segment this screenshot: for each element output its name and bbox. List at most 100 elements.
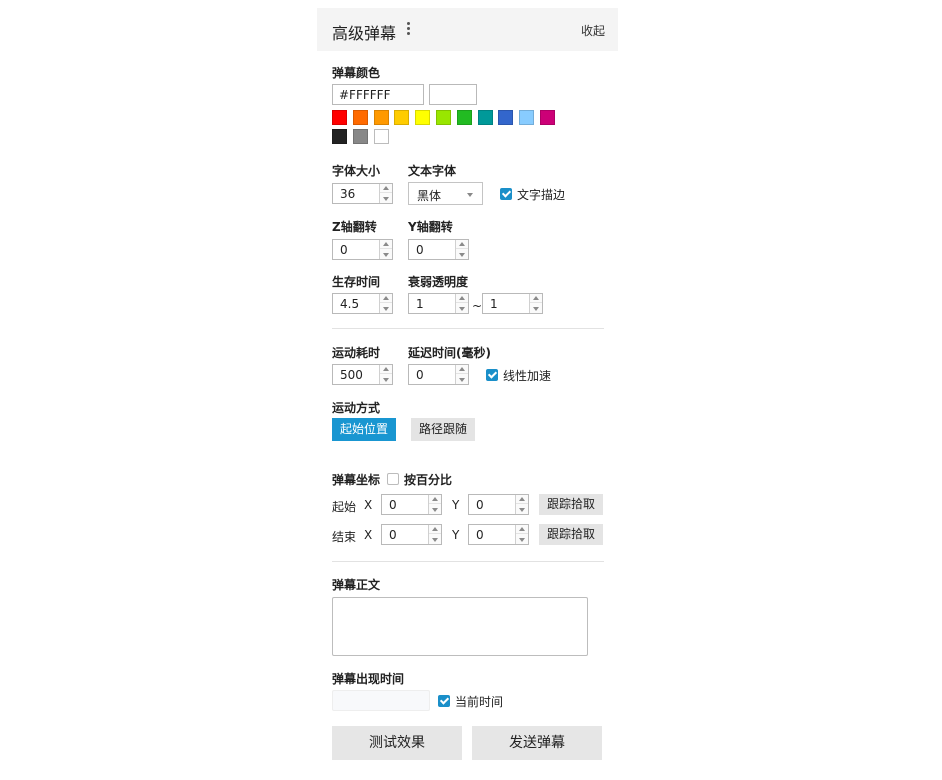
z-flip-stepper[interactable]: 0 [332, 239, 393, 260]
color-swatch[interactable] [332, 129, 347, 144]
stepper-down-icon[interactable] [456, 375, 468, 384]
font-family-value: 黑体 [417, 189, 442, 203]
z-flip-value: 0 [340, 243, 348, 257]
font-size-label: 字体大小 [332, 164, 381, 178]
stepper-down-icon[interactable] [380, 194, 392, 203]
color-hex-input[interactable] [332, 84, 424, 105]
color-swatch[interactable] [352, 110, 368, 125]
stepper-down-icon[interactable] [429, 535, 441, 544]
color-preview[interactable] [429, 84, 477, 105]
motion-duration-stepper[interactable]: 500 [332, 364, 393, 385]
color-label: 弹幕颜色 [332, 66, 381, 80]
stepper-up-icon[interactable] [456, 365, 468, 374]
panel-header: 高级弹幕 收起 [317, 8, 618, 51]
color-swatch[interactable] [436, 110, 451, 125]
stepper-down-icon[interactable] [380, 375, 392, 384]
color-swatch[interactable] [332, 110, 347, 125]
stepper-up-icon[interactable] [516, 525, 528, 534]
more-vertical-icon[interactable] [403, 22, 413, 38]
delay-time-value: 0 [416, 368, 424, 382]
y-flip-label: Y轴翻转 [408, 220, 453, 234]
font-size-stepper[interactable]: 36 [332, 183, 393, 204]
start-x-value: 0 [389, 498, 397, 512]
end-y-label: Y [452, 528, 460, 542]
start-y-label: Y [452, 498, 460, 512]
stepper-up-icon[interactable] [456, 240, 468, 249]
motion-duration-value: 500 [340, 368, 363, 382]
fade-from-value: 1 [416, 297, 424, 311]
stepper-down-icon[interactable] [456, 250, 468, 259]
body-text-input[interactable] [332, 597, 588, 656]
section-divider [332, 561, 604, 562]
linear-accel-checkbox[interactable] [486, 369, 498, 381]
mode-path-follow-button[interactable]: 路径跟随 [411, 418, 475, 441]
section-divider [332, 328, 604, 329]
stepper-up-icon[interactable] [456, 294, 468, 303]
start-x-label: X [364, 498, 373, 512]
font-family-label: 文本字体 [408, 164, 457, 178]
color-swatch[interactable] [394, 110, 410, 125]
stepper-down-icon[interactable] [380, 304, 392, 313]
start-x-stepper[interactable]: 0 [381, 494, 442, 515]
color-swatch[interactable] [373, 110, 389, 125]
stepper-up-icon[interactable] [516, 495, 528, 504]
fade-range-separator: ~ [472, 299, 483, 313]
stepper-down-icon[interactable] [516, 535, 528, 544]
color-swatch[interactable] [519, 110, 535, 125]
end-y-value: 0 [476, 528, 484, 542]
stepper-down-icon[interactable] [456, 304, 468, 313]
stepper-up-icon[interactable] [429, 495, 441, 504]
end-pick-button[interactable]: 跟踪拾取 [539, 524, 603, 545]
end-x-stepper[interactable]: 0 [381, 524, 442, 545]
life-time-label: 生存时间 [332, 275, 381, 289]
collapse-button[interactable]: 收起 [581, 22, 605, 39]
fade-to-stepper[interactable]: 1 [482, 293, 543, 314]
stepper-up-icon[interactable] [380, 184, 392, 193]
current-time-checkbox[interactable] [438, 695, 450, 707]
font-size-value: 36 [340, 187, 356, 201]
color-swatch[interactable] [477, 110, 493, 125]
color-swatch[interactable] [352, 129, 368, 144]
y-flip-stepper[interactable]: 0 [408, 239, 469, 260]
delay-time-stepper[interactable]: 0 [408, 364, 469, 385]
fade-to-value: 1 [490, 297, 498, 311]
life-time-stepper[interactable]: 4.5 [332, 293, 393, 314]
start-label: 起始 [332, 500, 357, 514]
y-flip-value: 0 [416, 243, 424, 257]
fade-from-stepper[interactable]: 1 [408, 293, 469, 314]
stepper-up-icon[interactable] [380, 365, 392, 374]
color-swatch[interactable] [373, 129, 389, 144]
send-danmaku-button[interactable]: 发送弹幕 [472, 726, 602, 760]
appear-time-input[interactable] [332, 690, 430, 711]
font-family-select[interactable]: 黑体 [408, 182, 483, 205]
text-outline-label: 文字描边 [517, 188, 566, 202]
stepper-up-icon[interactable] [429, 525, 441, 534]
text-outline-checkbox[interactable] [500, 188, 512, 200]
end-x-label: X [364, 528, 373, 542]
stepper-down-icon[interactable] [530, 304, 542, 313]
panel-title: 高级弹幕 [332, 24, 397, 43]
stepper-up-icon[interactable] [380, 294, 392, 303]
stepper-down-icon[interactable] [429, 505, 441, 514]
start-pick-button[interactable]: 跟踪拾取 [539, 494, 603, 515]
color-swatch[interactable] [540, 110, 555, 125]
start-y-stepper[interactable]: 0 [468, 494, 529, 515]
life-time-value: 4.5 [340, 297, 360, 311]
percent-checkbox[interactable] [387, 473, 399, 485]
end-y-stepper[interactable]: 0 [468, 524, 529, 545]
linear-accel-label: 线性加速 [503, 369, 552, 383]
color-swatch[interactable] [456, 110, 472, 125]
start-y-value: 0 [476, 498, 484, 512]
color-swatch[interactable] [498, 110, 514, 125]
coords-label: 弹幕坐标 [332, 473, 381, 487]
percent-label: 按百分比 [404, 473, 453, 487]
stepper-up-icon[interactable] [530, 294, 542, 303]
color-swatch[interactable] [415, 110, 431, 125]
delay-time-label: 延迟时间(毫秒) [408, 346, 491, 360]
stepper-down-icon[interactable] [380, 250, 392, 259]
test-effect-button[interactable]: 测试效果 [332, 726, 462, 760]
z-flip-label: Z轴翻转 [332, 220, 377, 234]
stepper-up-icon[interactable] [380, 240, 392, 249]
stepper-down-icon[interactable] [516, 505, 528, 514]
mode-start-position-button[interactable]: 起始位置 [332, 418, 396, 441]
